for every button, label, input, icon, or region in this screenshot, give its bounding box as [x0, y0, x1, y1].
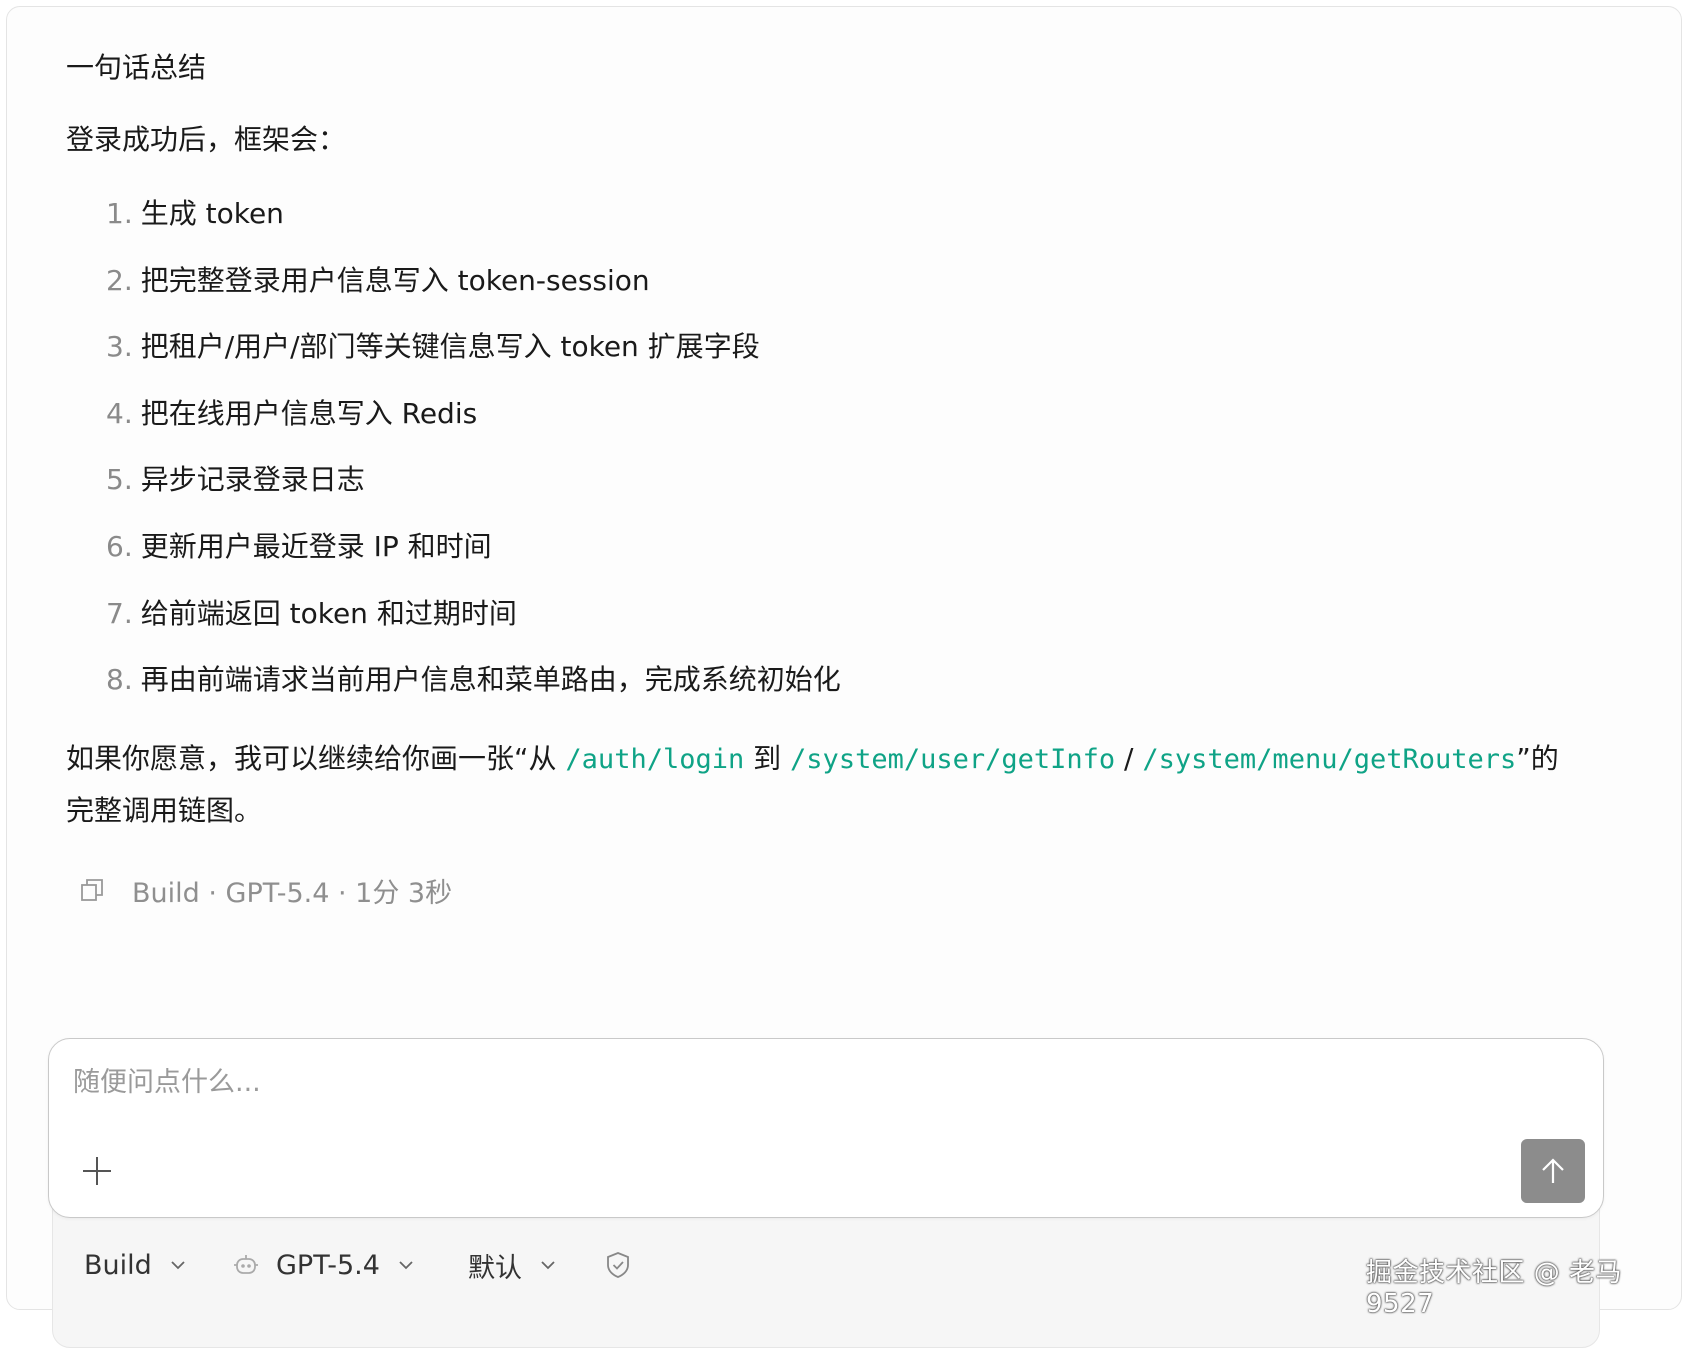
- closing-text: /: [1115, 741, 1143, 775]
- shield-check-icon: [607, 1252, 629, 1278]
- arrow-up-icon: [1542, 1158, 1564, 1183]
- list-item-number: 7.: [106, 596, 133, 630]
- list-item: 8. 再由前端请求当前用户信息和菜单路由，完成系统初始化: [106, 660, 1586, 727]
- list-item-text: 生成 token: [140, 197, 284, 230]
- model-selector-label: GPT-5.4: [276, 1249, 380, 1281]
- list-item-number: 2.: [106, 263, 133, 297]
- list-item-text: 给前端返回 token 和过期时间: [140, 596, 517, 630]
- chevron-down-icon: [398, 1260, 414, 1270]
- preset-selector-label: 默认: [468, 1252, 522, 1284]
- prompt-input[interactable]: [71, 1059, 1375, 1105]
- watermark: 掘金技术社区 @ 老马9527: [1366, 1258, 1623, 1319]
- list-item-text: 把租户/用户/部门等关键信息写入 token 扩展字段: [140, 330, 760, 364]
- message-meta: Build · GPT-5.4 · 1分 3秒: [72, 870, 452, 910]
- inline-code-auth-login: /auth/login: [565, 743, 745, 775]
- list-item-text: 把在线用户信息写入 Redis: [140, 396, 478, 430]
- closing-text: 如果你愿意，我可以继续给你画一张“从: [66, 741, 566, 775]
- copy-icon[interactable]: [72, 870, 112, 910]
- robot-icon: [232, 1251, 260, 1279]
- list-item-text: 把完整登录用户信息写入 token-session: [140, 263, 650, 297]
- permissions-button[interactable]: [604, 1240, 632, 1290]
- preset-selector[interactable]: 默认: [468, 1240, 556, 1290]
- send-button[interactable]: [1521, 1139, 1585, 1203]
- list-item-number: 4.: [106, 396, 133, 430]
- chevron-down-icon: [540, 1260, 556, 1270]
- list-item-number: 3.: [106, 330, 133, 364]
- list-item-number: 1.: [106, 197, 133, 230]
- list-item-number: 8.: [106, 663, 133, 697]
- composer: [48, 1038, 1604, 1218]
- message-heading: 一句话总结: [66, 51, 207, 84]
- closing-paragraph: 如果你愿意，我可以继续给你画一张“从 /auth/login 到 /system…: [66, 733, 1586, 836]
- mode-selector[interactable]: Build: [84, 1240, 186, 1290]
- list-item-number: 5.: [106, 463, 133, 497]
- list-item-text: 再由前端请求当前用户信息和菜单路由，完成系统初始化: [140, 663, 841, 697]
- message-meta-text: Build · GPT-5.4 · 1分 3秒: [132, 877, 453, 909]
- list-item-number: 6.: [106, 529, 133, 563]
- list-item: 4. 把在线用户信息写入 Redis: [106, 394, 1586, 461]
- list-item: 7. 给前端返回 token 和过期时间: [106, 594, 1586, 661]
- list-item: 3. 把租户/用户/部门等关键信息写入 token 扩展字段: [106, 327, 1586, 394]
- plus-icon: [83, 1157, 111, 1185]
- list-item: 1. 生成 token: [106, 194, 1586, 261]
- list-item: 5. 异步记录登录日志: [106, 460, 1586, 527]
- list-item-text: 更新用户最近登录 IP 和时间: [140, 529, 492, 563]
- chevron-down-icon: [170, 1260, 186, 1270]
- assistant-message: 一句话总结 登录成功后，框架会： 1. 生成 token 2. 把完整登录用户信息写…: [66, 40, 1586, 836]
- message-intro: 登录成功后，框架会：: [66, 123, 347, 156]
- inline-code-get-info: /system/user/getInfo: [790, 743, 1116, 775]
- list-item-text: 异步记录登录日志: [140, 463, 365, 497]
- list-item: 6. 更新用户最近登录 IP 和时间: [106, 527, 1586, 594]
- steps-list: 1. 生成 token 2. 把完整登录用户信息写入 token-session 3…: [66, 194, 1586, 727]
- mode-selector-label: Build: [84, 1249, 152, 1281]
- model-selector[interactable]: GPT-5.4: [232, 1240, 414, 1290]
- inline-code-get-routers: /system/menu/getRouters: [1142, 743, 1517, 775]
- closing-text: 到: [744, 741, 791, 775]
- attach-button[interactable]: [77, 1151, 117, 1191]
- list-item: 2. 把完整登录用户信息写入 token-session: [106, 261, 1586, 328]
